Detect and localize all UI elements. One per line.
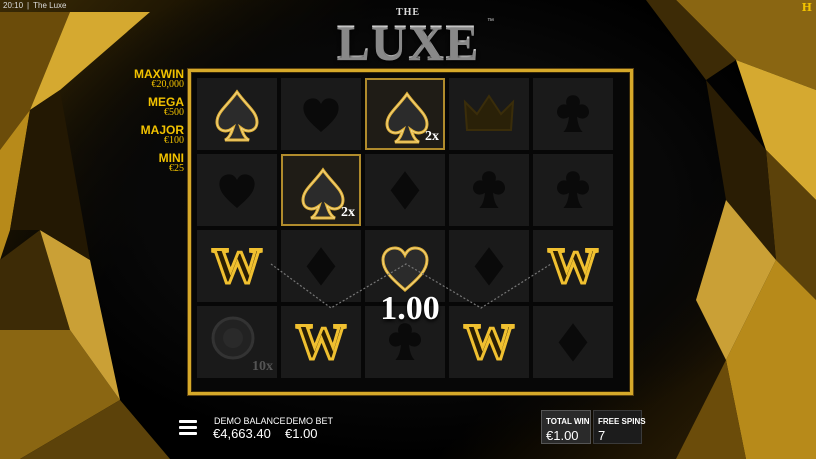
free-spins-label: FREE SPINS [598,417,646,426]
crown-symbol-icon [463,94,515,131]
total-win-value: €1.00 [546,428,579,443]
reel-cell: W [533,230,613,302]
app-name: The Luxe [33,1,67,10]
game-logo: THE LUXE ™ [318,4,498,70]
svg-text:W: W [548,237,598,293]
status-separator: | [27,1,30,10]
jackpot-value: €25 [169,163,184,174]
balance-value: €4,663.40 [213,426,271,441]
win-amount: 1.00 [380,290,440,327]
spade-symbol-icon [215,89,259,142]
club-symbol-icon [557,95,589,132]
brand-logo-icon: H [801,1,812,14]
jackpot-value: €100 [164,135,184,146]
reel-cell [281,230,361,302]
multiplier-badge: 2x [341,205,355,220]
multiplier-badge: 10x [252,359,273,374]
total-win-label: TOTAL WIN [546,417,590,426]
free-spins-value: 7 [598,428,606,443]
W-symbol-icon: W [295,312,348,371]
heart-symbol-icon [303,98,339,132]
gold-crystal-decoration-right [646,0,816,459]
jackpot-panel: MAXWIN €20,000 MEGA €500 MAJOR €100 MINI €25 [130,68,184,180]
diamond-symbol-icon [558,323,588,362]
W-symbol-icon: W [547,236,600,295]
reel-cell: 10x [197,306,277,378]
reel-cell [197,154,277,226]
bet-label: DEMO BET [286,416,334,426]
diamond-symbol-icon [474,247,504,286]
reel-cell [533,78,613,150]
reel-cell [449,78,529,150]
menu-bar-icon [179,426,197,429]
balance-label: DEMO BALANCE [214,416,286,426]
logo-trademark: ™ [487,18,494,25]
menu-bar-icon [179,420,197,423]
diamond-symbol-icon [306,247,336,286]
reel-cell [533,154,613,226]
multiplier-badge: 2x [425,129,439,144]
diamond-symbol-icon [390,171,420,210]
svg-text:W: W [464,313,514,369]
W-symbol-icon: W [211,236,264,295]
jackpot-value: €500 [164,107,184,118]
bet-value[interactable]: €1.00 [285,426,318,441]
logo-main: LUXE [318,12,498,70]
jackpot-value: €20,000 [151,79,185,90]
clock-text: 20:10 [3,1,24,10]
reel-cell: W [281,306,361,378]
svg-text:W: W [296,313,346,369]
reel-cell [197,78,277,150]
menu-button[interactable] [179,420,197,436]
heart-symbol-icon [219,174,255,208]
reel-cell: W [197,230,277,302]
reel-grid: 2x 2x W W 10x W W [188,69,633,395]
free-spins-box: FREE SPINS 7 [593,410,646,444]
reel-cell [449,154,529,226]
reel-cell: W [449,306,529,378]
reel-cell: 2x [365,78,445,150]
reel-cell [281,78,361,150]
svg-text:W: W [212,237,262,293]
club-symbol-icon [557,171,589,208]
reel-cell [449,230,529,302]
reel-cell [533,306,613,378]
W-symbol-icon: W [463,312,516,371]
club-symbol-icon [473,171,505,208]
bottom-bar: DEMO BALANCE €4,663.40 DEMO BET €1.00 TO… [0,406,816,459]
total-win-box: TOTAL WIN €1.00 [541,410,591,444]
reel-cell: 2x [281,154,361,226]
menu-bar-icon [179,432,197,435]
reel-cell [365,154,445,226]
